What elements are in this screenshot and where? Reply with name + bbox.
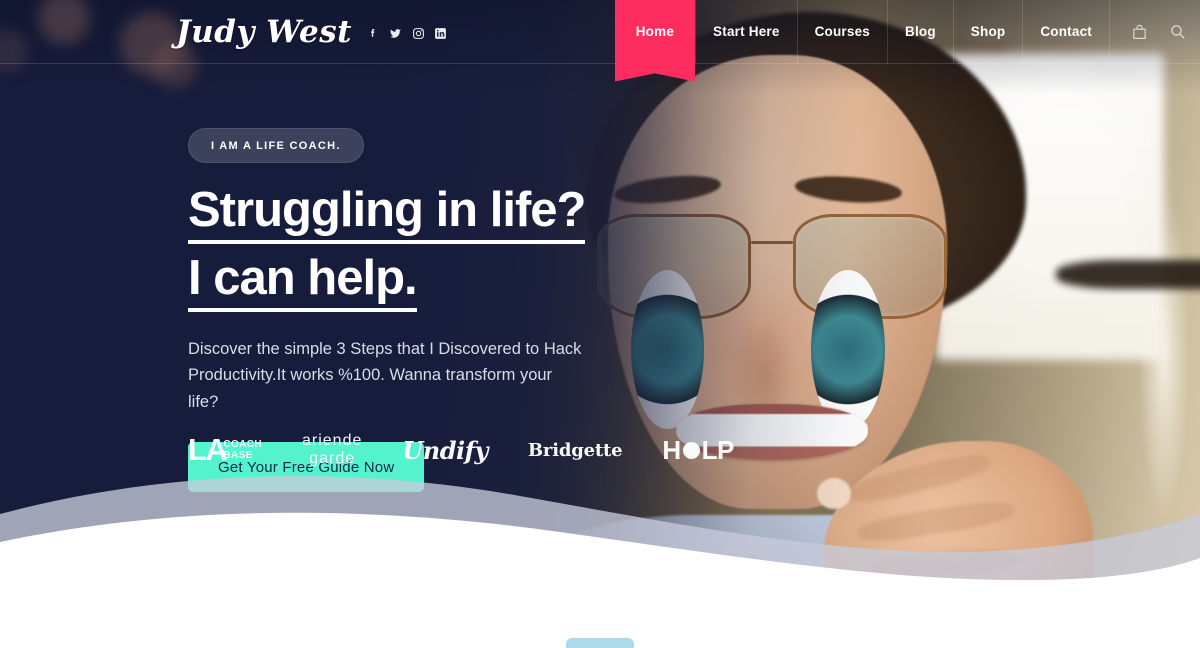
nav-label: Home [635,24,675,39]
nav-item-start-here[interactable]: Start Here [695,0,797,64]
site-logo[interactable]: Judy West [176,14,352,50]
linkedin-icon[interactable] [434,27,447,40]
page-title: Struggling in life? I can help. [188,184,788,312]
header-icon-group [1110,0,1192,64]
headline-line-1: Struggling in life? [188,184,586,244]
nav-item-blog[interactable]: Blog [887,0,953,64]
twitter-icon[interactable] [388,27,403,40]
social-links [366,27,447,40]
wave-divider [0,410,1200,590]
hero-section: Judy West Home Start Here Courses Blog S… [0,0,1200,590]
main-navigation: Home Start Here Courses Blog Shop Contac… [614,0,1200,82]
hero-subtitle: Discover the simple 3 Steps that I Disco… [188,339,582,411]
instagram-icon[interactable] [412,27,425,40]
tagline-badge: I AM A LIFE COACH. [188,128,364,163]
cart-icon[interactable] [1124,0,1154,64]
site-header: Judy West Home Start Here Courses Blog S… [0,0,1200,82]
next-section-pill [566,638,634,648]
nav-item-contact[interactable]: Contact [1022,0,1110,64]
nav-item-home[interactable]: Home [614,0,696,82]
nav-item-shop[interactable]: Shop [952,0,1023,64]
headline-line-2: I can help. [188,252,418,312]
brand-block: Judy West [0,14,447,50]
search-icon[interactable] [1162,0,1192,64]
nav-item-courses[interactable]: Courses [796,0,887,64]
below-fold-area [0,588,1200,648]
facebook-icon[interactable] [366,27,379,40]
landing-page: Judy West Home Start Here Courses Blog S… [0,0,1200,648]
